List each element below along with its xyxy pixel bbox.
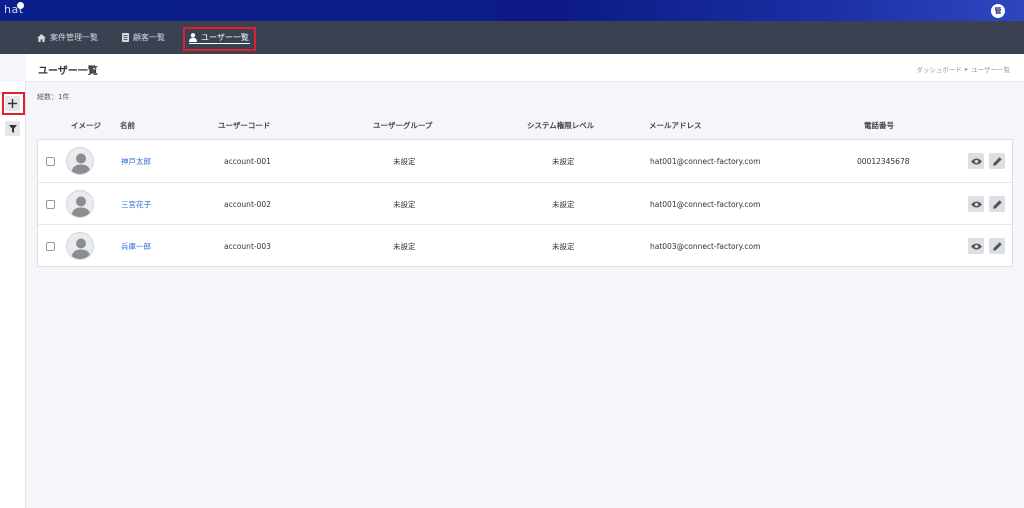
- user-name-link[interactable]: 三宮花子: [121, 183, 151, 225]
- page-header: ユーザー一覧 ダッシュボード ▸ ユーザー一覧: [26, 54, 1024, 82]
- eye-icon: [970, 201, 982, 207]
- user-email: hat003@connect-factory.com: [650, 241, 761, 251]
- nav-item-label: 顧客一覧: [133, 33, 165, 42]
- breadcrumb-dashboard[interactable]: ダッシュボード: [916, 64, 962, 74]
- person-placeholder-icon: [71, 196, 91, 217]
- active-nav-highlight: [183, 27, 256, 51]
- view-button[interactable]: [968, 196, 984, 212]
- chevron-right-icon: ▸: [964, 65, 969, 73]
- user-name-link[interactable]: 神戸太郎: [121, 140, 151, 182]
- row-checkbox[interactable]: [46, 242, 55, 251]
- eye-icon: [970, 158, 982, 164]
- avatar: [66, 147, 94, 175]
- total-count: 総数：1件: [37, 93, 70, 101]
- person-placeholder-icon: [71, 153, 91, 174]
- column-header-user-group[interactable]: ユーザーグループ: [373, 120, 432, 131]
- logo-mark-icon: [17, 2, 24, 9]
- row-checkbox[interactable]: [46, 200, 55, 209]
- avatar: [66, 190, 94, 218]
- column-header-email[interactable]: メールアドレス: [649, 120, 702, 131]
- breadcrumb: ダッシュボード ▸ ユーザー一覧: [916, 64, 1010, 74]
- table-row: 神戸太郎 account-001 未設定 未設定 hat001@connect-…: [38, 140, 1012, 182]
- user-name-link[interactable]: 兵庫一郎: [121, 225, 151, 267]
- edit-button[interactable]: [989, 238, 1005, 254]
- top-bar: hat 管: [0, 0, 1024, 21]
- pencil-icon: [992, 241, 1002, 251]
- edit-button[interactable]: [989, 196, 1005, 212]
- user-code: account-002: [224, 199, 271, 209]
- pencil-icon: [992, 156, 1002, 166]
- column-header-user-code[interactable]: ユーザーコード: [218, 120, 270, 131]
- avatar: [66, 232, 94, 260]
- nav-item-customers[interactable]: 顧客一覧: [122, 21, 165, 54]
- column-header-name[interactable]: 名前: [120, 120, 135, 131]
- column-header-permission-level[interactable]: システム権限レベル: [527, 120, 594, 131]
- left-toolbar: [0, 82, 26, 508]
- user-code: account-003: [224, 241, 271, 251]
- pencil-icon: [992, 199, 1002, 209]
- table-row: 三宮花子 account-002 未設定 未設定 hat001@connect-…: [38, 182, 1012, 224]
- filter-button[interactable]: [5, 121, 20, 136]
- user-group: 未設定: [393, 199, 416, 209]
- row-checkbox[interactable]: [46, 157, 55, 166]
- home-icon: [37, 33, 46, 42]
- document-icon: [122, 33, 129, 42]
- user-email: hat001@connect-factory.com: [650, 156, 761, 166]
- view-button[interactable]: [968, 238, 984, 254]
- user-group: 未設定: [393, 241, 416, 251]
- column-header-phone[interactable]: 電話番号: [864, 120, 894, 131]
- permission-level: 未設定: [552, 199, 575, 209]
- active-nav-underline: [189, 43, 250, 44]
- user-phone: 00012345678: [857, 156, 910, 166]
- person-placeholder-icon: [71, 238, 91, 259]
- user-email: hat001@connect-factory.com: [650, 199, 761, 209]
- add-button-highlight: [2, 92, 25, 115]
- permission-level: 未設定: [552, 156, 575, 166]
- user-group: 未設定: [393, 156, 416, 166]
- view-button[interactable]: [968, 153, 984, 169]
- permission-level: 未設定: [552, 241, 575, 251]
- user-table: 神戸太郎 account-001 未設定 未設定 hat001@connect-…: [37, 139, 1013, 267]
- filter-icon: [8, 124, 17, 133]
- breadcrumb-current: ユーザー一覧: [971, 66, 1010, 74]
- column-header-image: イメージ: [71, 121, 101, 130]
- nav-item-projects[interactable]: 案件管理一覧: [37, 21, 98, 54]
- eye-icon: [970, 243, 982, 249]
- page-title: ユーザー一覧: [38, 66, 98, 77]
- main-nav: 案件管理一覧 顧客一覧 ユーザー一覧: [0, 21, 1024, 54]
- nav-item-label: 案件管理一覧: [50, 33, 98, 42]
- edit-button[interactable]: [989, 153, 1005, 169]
- user-code: account-001: [224, 156, 271, 166]
- table-header: イメージ 名前 ユーザーコード ユーザーグループ システム権限レベル メールアド…: [37, 117, 1013, 133]
- table-row: 兵庫一郎 account-003 未設定 未設定 hat003@connect-…: [38, 224, 1012, 266]
- user-menu-avatar[interactable]: 管: [991, 4, 1005, 18]
